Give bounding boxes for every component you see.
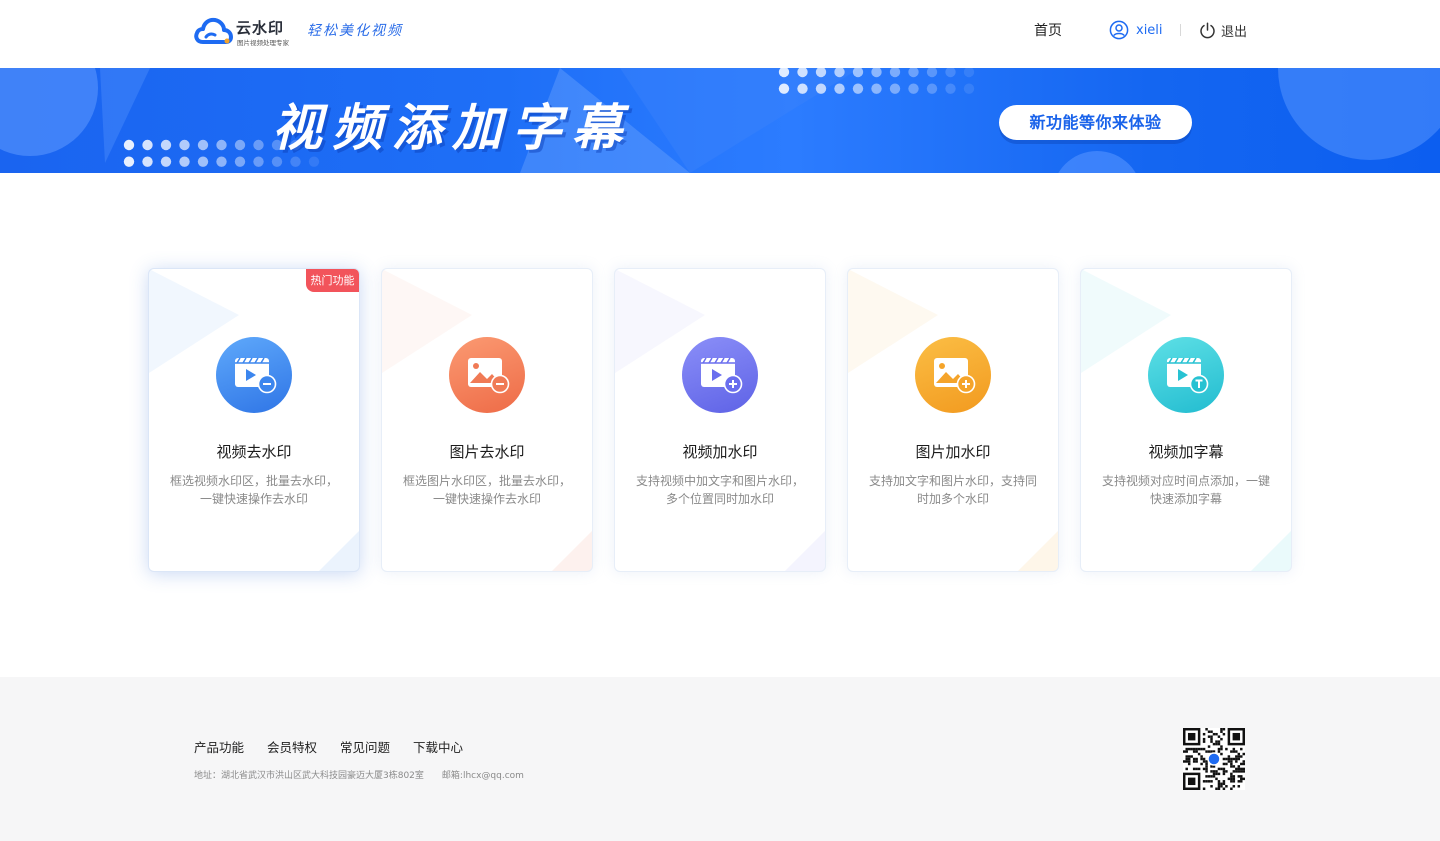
card-description: 框选图片水印区，批量去水印，一键快速操作去水印 [402,474,571,506]
card-title: 图片去水印 [449,443,525,461]
feature-card-image-remove-watermark[interactable]: 图片去水印 框选图片水印区，批量去水印，一键快速操作去水印 [381,268,593,572]
feature-card-video-remove-watermark[interactable]: 视频去水印 框选视频水印区，批量去水印，一键快速操作去水印 热门功能 [148,268,360,572]
username: xieli [1136,22,1163,38]
hot-badge: 热门功能 [306,269,359,292]
slogan: 轻松美化视频 [307,23,403,39]
cloud-logo-icon [194,17,233,44]
image-add-watermark-icon [915,337,991,413]
qr-code-icon [1183,728,1245,790]
footer-link-download[interactable]: 下载中心 [413,737,463,756]
nav-divider [1180,24,1181,36]
user-icon [1109,20,1129,40]
logo-name: 云水印 [236,19,285,37]
banner-title: 视频添加字幕 [272,99,632,157]
card-corner-decoration [1251,531,1291,571]
footer-address: 地址：湖北省武汉市洪山区武大科技园豪迈大厦3栋802室 [194,771,424,781]
footer-email: 邮箱:lhcx@qq.com [441,771,524,781]
logo[interactable]: 云水印 图片视频处理专家 [194,15,290,47]
logout-label: 退出 [1221,24,1248,40]
logout-button[interactable]: 退出 [1199,19,1247,41]
feature-card-image-add-watermark[interactable]: 图片加水印 支持加文字和图片水印，支持同时加多个水印 [847,268,1059,572]
banner-cta-button[interactable]: 新功能等你来体验 [999,105,1192,140]
footer: 产品功能 会员特权 常见问题 下载中心 地址：湖北省武汉市洪山区武大科技园豪迈大… [0,677,1440,841]
card-title: 视频去水印 [216,443,292,461]
footer-link-products[interactable]: 产品功能 [194,737,244,756]
card-corner-decoration [785,531,825,571]
card-corner-decoration [1018,531,1058,571]
image-remove-watermark-icon [449,337,525,413]
nav-home-link[interactable]: 首页 [1034,20,1062,40]
card-corner-decoration [552,531,592,571]
footer-contact-info: 地址：湖北省武汉市洪山区武大科技园豪迈大厦3栋802室 邮箱:lhcx@qq.co… [194,768,524,781]
footer-link-membership[interactable]: 会员特权 [267,737,317,756]
banner-decoration [0,68,1440,173]
video-add-subtitle-icon [1148,337,1224,413]
feature-card-video-add-watermark[interactable]: 视频加水印 支持视频中加文字和图片水印，多个位置同时加水印 [614,268,826,572]
card-title: 视频加水印 [682,443,758,461]
card-description: 支持视频对应时间点添加，一键快速添加字幕 [1101,474,1270,506]
card-title: 图片加水印 [915,443,991,461]
top-header: 云水印 图片视频处理专家 轻松美化视频 首页 xieli 退出 [0,0,1440,68]
footer-links: 产品功能 会员特权 常见问题 下载中心 [194,737,486,756]
footer-link-faq[interactable]: 常见问题 [340,737,390,756]
promo-banner[interactable]: 视频添加字幕 新功能等你来体验 [0,68,1440,173]
card-description: 支持视频中加文字和图片水印，多个位置同时加水印 [635,474,804,506]
video-add-watermark-icon [682,337,758,413]
video-remove-watermark-icon [216,337,292,413]
power-icon [1200,21,1215,38]
feature-card-video-add-subtitle[interactable]: 视频加字幕 支持视频对应时间点添加，一键快速添加字幕 [1080,268,1292,572]
card-title: 视频加字幕 [1148,443,1224,461]
card-description: 支持加文字和图片水印，支持同时加多个水印 [868,474,1037,506]
card-description: 框选视频水印区，批量去水印，一键快速操作去水印 [169,474,338,506]
user-menu[interactable]: xieli [1109,19,1163,41]
card-corner-decoration [319,531,359,571]
logo-subtitle: 图片视频处理专家 [237,39,289,47]
